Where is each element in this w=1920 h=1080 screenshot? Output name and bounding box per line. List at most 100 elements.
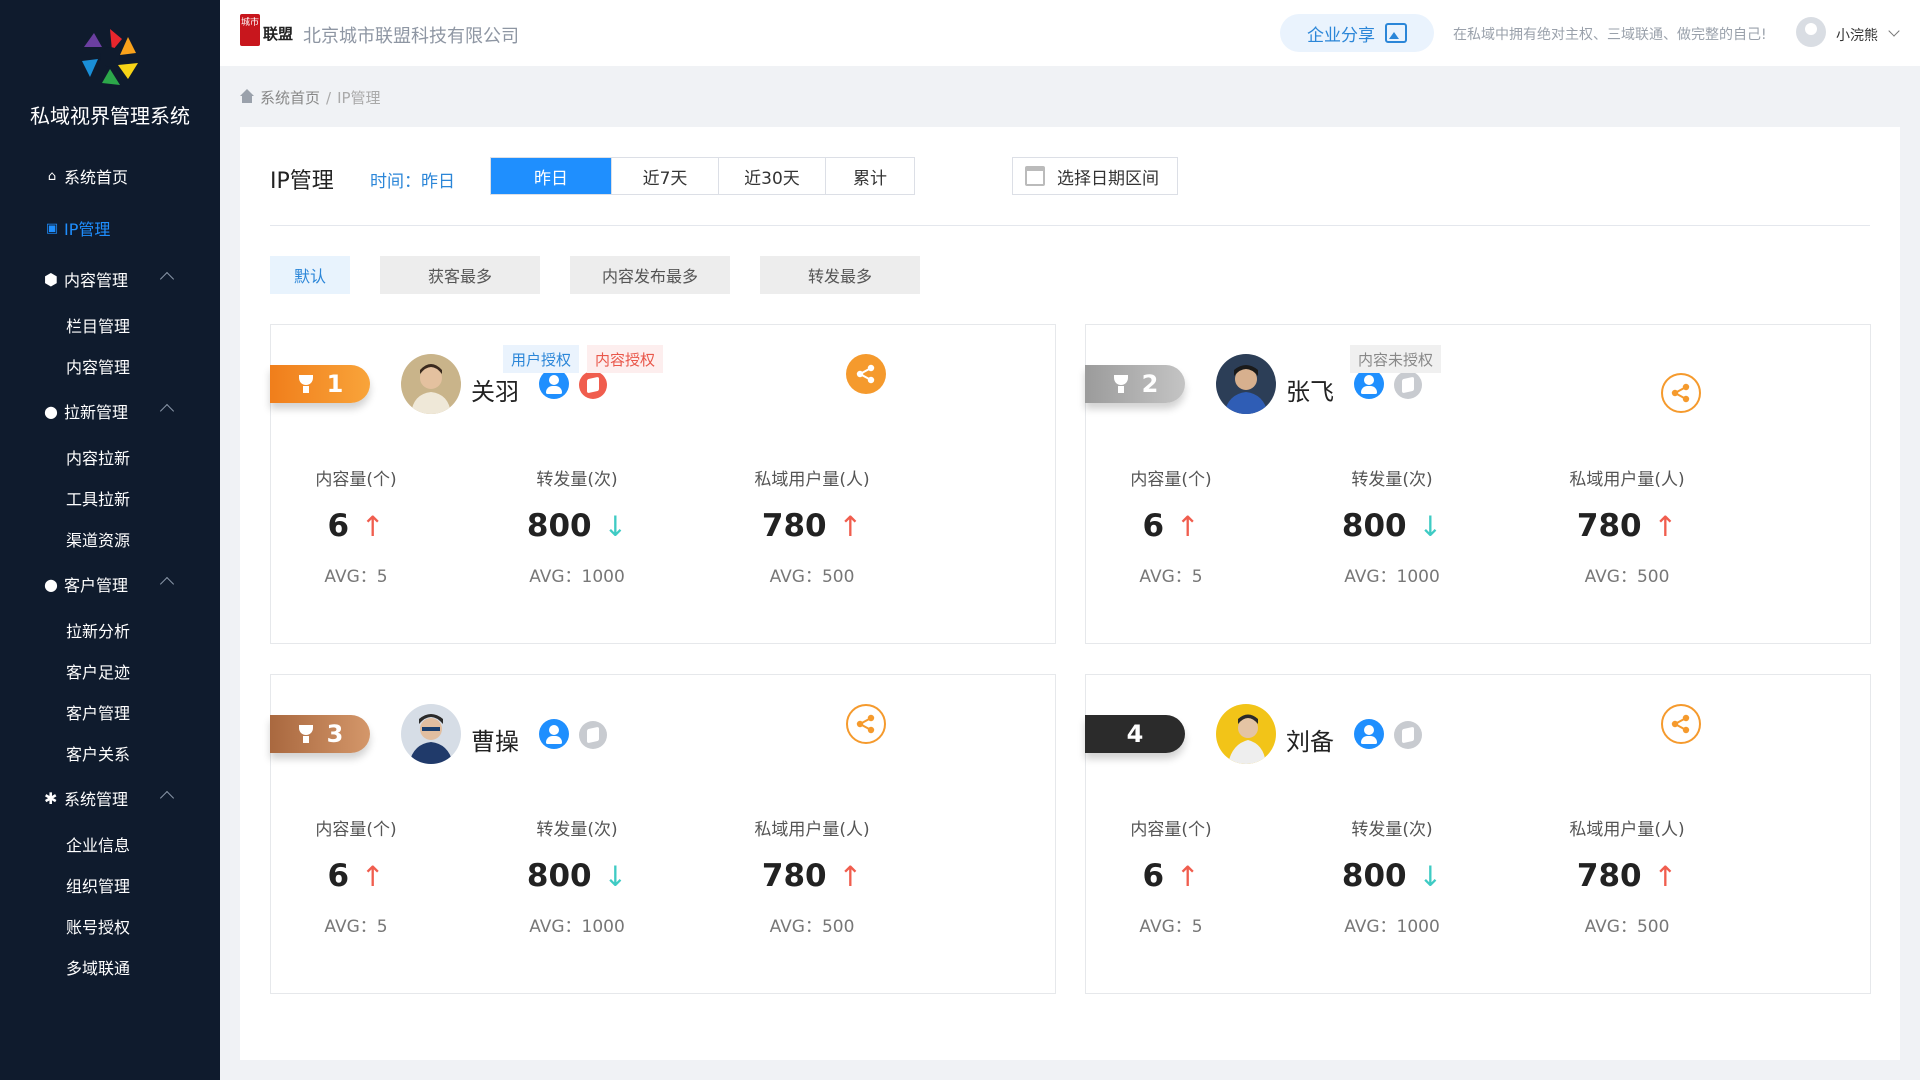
rank-badge: 4 — [1085, 715, 1185, 753]
breadcrumb: 系统首页 / IP管理 — [240, 87, 381, 108]
sidebar-group-acquisition[interactable]: ● 拉新管理 — [0, 386, 220, 436]
sidebar-group-customers[interactable]: ● 客户管理 — [0, 559, 220, 609]
metric-label: 私域用户量(人) — [754, 470, 870, 490]
content-unauth-tag: 内容未授权 — [1350, 345, 1442, 373]
tab-7-days[interactable]: 近7天 — [611, 158, 718, 194]
breadcrumb-current: IP管理 — [337, 89, 381, 107]
sidebar-item-label: 系统首页 — [64, 168, 129, 187]
metric-avg: AVG：500 — [1584, 917, 1670, 937]
share-icon — [856, 364, 875, 384]
metric-avg: AVG：5 — [324, 567, 388, 587]
arrow-up-icon: ↑ — [838, 859, 863, 893]
metric-value: 6 — [1142, 508, 1165, 544]
share-button[interactable] — [846, 354, 886, 394]
metric-avg: AVG：500 — [769, 917, 855, 937]
metric-private-users: 私域用户量(人) 780 ↑ AVG：500 — [1517, 465, 1737, 587]
metric-label: 私域用户量(人) — [754, 820, 870, 840]
filter-most-content[interactable]: 内容发布最多 — [570, 256, 730, 294]
metric-private-users: 私域用户量(人) 780 ↑ AVG：500 — [702, 815, 922, 937]
filter-most-customers[interactable]: 获客最多 — [380, 256, 540, 294]
sidebar-group-system[interactable]: ✱ 系统管理 — [0, 773, 220, 823]
sidebar-item-account-auth[interactable]: 账号授权 — [0, 905, 220, 946]
metric-avg: AVG：1000 — [529, 567, 625, 587]
ip-card: 2 张飞 内容未授权 内容量(个) 6 ↑ AVG：5 转发量(次) 800 ↓ A… — [1085, 324, 1871, 644]
filter-default[interactable]: 默认 — [270, 256, 350, 294]
sidebar-item-acquisition-analysis[interactable]: 拉新分析 — [0, 609, 220, 650]
tab-cumulative[interactable]: 累计 — [825, 158, 914, 194]
metric-private-users: 私域用户量(人) 780 ↑ AVG：500 — [1517, 815, 1737, 937]
avatar — [401, 354, 461, 414]
sidebar-item-channel-resources[interactable]: 渠道资源 — [0, 518, 220, 559]
metric-shares: 转发量(次) 800 ↓ AVG：1000 — [1282, 815, 1502, 937]
metric-label: 内容量(个) — [315, 820, 397, 840]
username[interactable]: 小浣熊 — [1836, 25, 1878, 45]
metric-avg: AVG：500 — [769, 567, 855, 587]
metric-label: 转发量(次) — [1351, 820, 1433, 840]
sidebar-group-content[interactable]: ⬢ 内容管理 — [0, 254, 220, 304]
person-name: 关羽 — [471, 378, 519, 406]
sidebar-item-customer-relations[interactable]: 客户关系 — [0, 732, 220, 773]
brand-name: 联盟 — [263, 25, 294, 43]
chevron-up-icon — [159, 271, 175, 287]
avatar[interactable] — [1796, 17, 1826, 47]
sidebar-item-organization[interactable]: 组织管理 — [0, 864, 220, 905]
chevron-down-icon[interactable] — [1888, 25, 1900, 37]
sidebar-nav: ⌂ 系统首页 ▣ IP管理 ⬢ 内容管理 栏目管理 内容管理 ● 拉新管理 内容… — [0, 150, 220, 987]
date-range-picker[interactable]: 选择日期区间 — [1012, 157, 1178, 195]
sidebar-item-content-acquisition[interactable]: 内容拉新 — [0, 436, 220, 477]
metric-value: 6 — [1142, 858, 1165, 894]
time-tabs: 昨日 近7天 近30天 累计 — [490, 157, 915, 195]
sidebar-item-column[interactable]: 栏目管理 — [0, 304, 220, 345]
chevron-up-icon — [159, 403, 175, 419]
sidebar-item-enterprise-info[interactable]: 企业信息 — [0, 823, 220, 864]
customer-icon: ● — [44, 574, 58, 594]
tab-yesterday[interactable]: 昨日 — [491, 158, 611, 194]
sidebar-item-customer-management[interactable]: 客户管理 — [0, 691, 220, 732]
divider — [270, 225, 1870, 226]
user-auth-icon — [1354, 369, 1384, 399]
rank-number: 4 — [1126, 720, 1144, 748]
app-logo-icon — [82, 29, 138, 85]
ip-card: 4 刘备 内容量(个) 6 ↑ AVG：5 转发量(次) 800 ↓ AVG：100… — [1085, 674, 1871, 994]
arrow-down-icon: ↓ — [1418, 859, 1443, 893]
arrow-up-icon: ↑ — [1176, 509, 1200, 543]
sidebar-item-content[interactable]: 内容管理 — [0, 345, 220, 386]
main-panel: IP管理 时间：昨日 昨日 近7天 近30天 累计 选择日期区间 默认 获客最多… — [240, 127, 1900, 1060]
sort-filters: 默认 获客最多 内容发布最多 转发最多 — [270, 256, 950, 294]
cube-icon: ⬢ — [44, 269, 58, 289]
content-auth-icon — [579, 721, 607, 749]
metric-content: 内容量(个) 6 ↑ AVG：5 — [246, 815, 466, 937]
share-button[interactable] — [1661, 373, 1701, 413]
metric-avg: AVG：1000 — [1344, 917, 1440, 937]
trophy-icon — [297, 725, 315, 743]
sidebar-item-multi-domain[interactable]: 多域联通 — [0, 946, 220, 987]
breadcrumb-home[interactable]: 系统首页 — [260, 87, 320, 108]
metric-label: 转发量(次) — [536, 820, 618, 840]
brand-badge: 城市 — [240, 14, 260, 46]
sidebar-item-ip[interactable]: ▣ IP管理 — [0, 202, 220, 254]
share-button[interactable] — [846, 704, 886, 744]
enterprise-share-button[interactable]: 企业分享 — [1280, 14, 1434, 52]
sidebar-group-label: 客户管理 — [64, 576, 129, 595]
rank-number: 3 — [326, 720, 344, 748]
metric-avg: AVG：5 — [324, 917, 388, 937]
arrow-up-icon: ↑ — [838, 509, 863, 543]
metric-label: 内容量(个) — [315, 470, 397, 490]
metric-shares: 转发量(次) 800 ↓ AVG：1000 — [1282, 465, 1502, 587]
filter-most-shares[interactable]: 转发最多 — [760, 256, 920, 294]
sidebar-item-tool-acquisition[interactable]: 工具拉新 — [0, 477, 220, 518]
arrow-down-icon: ↓ — [603, 859, 628, 893]
company-name: 北京城市联盟科技有限公司 — [303, 26, 519, 47]
metric-avg: AVG：1000 — [1344, 567, 1440, 587]
metric-label: 内容量(个) — [1130, 820, 1212, 840]
rank-badge: 1 — [270, 365, 370, 403]
sidebar-item-home[interactable]: ⌂ 系统首页 — [0, 150, 220, 202]
metric-value: 800 — [1341, 508, 1407, 544]
sidebar-item-customer-footprint[interactable]: 客户足迹 — [0, 650, 220, 691]
metric-label: 内容量(个) — [1130, 470, 1212, 490]
sidebar-group-label: 内容管理 — [64, 271, 129, 290]
share-button[interactable] — [1661, 704, 1701, 744]
user-icon: ● — [44, 401, 58, 421]
breadcrumb-separator: / — [326, 88, 332, 107]
tab-30-days[interactable]: 近30天 — [718, 158, 825, 194]
